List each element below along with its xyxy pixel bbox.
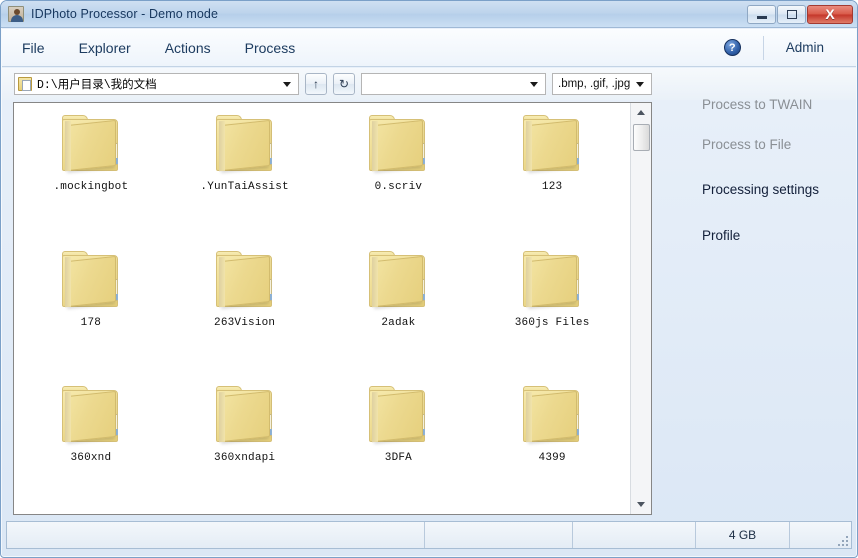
folder-icon xyxy=(519,384,585,446)
status-cell-5 xyxy=(790,522,851,548)
status-bar: 4 GB xyxy=(6,521,852,549)
folder-icon xyxy=(212,249,278,311)
menu-bar-right: ? Admin xyxy=(723,29,856,66)
folder-icon xyxy=(58,249,124,311)
list-item[interactable]: 4399 xyxy=(475,378,629,514)
list-item-label: 178 xyxy=(80,316,102,329)
path-value: D:\用户目录\我的文档 xyxy=(37,79,157,92)
folder-document-icon xyxy=(18,77,32,91)
list-item-label: 123 xyxy=(541,181,563,193)
processing-settings-link[interactable]: Processing settings xyxy=(661,182,819,197)
list-item-label: .mockingbot xyxy=(53,181,129,193)
list-item-label: 360xndapi xyxy=(214,452,276,465)
actions-side-panel: Process to TWAIN Process to File Process… xyxy=(661,97,851,515)
vertical-scrollbar[interactable] xyxy=(630,103,651,514)
folder-icon xyxy=(212,384,278,446)
list-item[interactable]: 3DFA xyxy=(322,378,476,514)
title-bar: IDPhoto Processor - Demo mode X xyxy=(1,1,857,28)
list-item-label: 360js Files xyxy=(514,316,590,329)
process-to-twain-link[interactable]: Process to TWAIN xyxy=(661,97,812,112)
scroll-up-button[interactable] xyxy=(631,103,651,122)
admin-label[interactable]: Admin xyxy=(786,40,824,55)
minimize-button[interactable] xyxy=(747,4,776,24)
scroll-down-button[interactable] xyxy=(631,495,651,514)
list-item[interactable]: 360xnd xyxy=(14,378,168,514)
menu-process[interactable]: Process xyxy=(231,36,310,60)
menu-bar: File Explorer Actions Process ? Admin xyxy=(2,29,856,67)
close-button[interactable]: X xyxy=(807,4,853,24)
status-cell-1 xyxy=(7,522,425,548)
list-item[interactable]: 123 xyxy=(475,107,629,243)
list-item[interactable]: 360js Files xyxy=(475,243,629,379)
application-window: IDPhoto Processor - Demo mode X File Exp… xyxy=(0,0,858,558)
list-item[interactable]: 263Vision xyxy=(168,243,322,379)
menu-file[interactable]: File xyxy=(8,36,59,60)
list-item-label: 263Vision xyxy=(214,316,276,329)
process-to-file-link[interactable]: Process to File xyxy=(661,137,791,152)
maximize-icon xyxy=(786,9,797,19)
chevron-up-icon xyxy=(637,110,645,115)
path-combobox[interactable]: D:\用户目录\我的文档 xyxy=(14,73,299,95)
portrait-photo-icon xyxy=(8,6,24,22)
file-list-panel: .mockingbot .YunTaiAssist 0.scriv 123 17… xyxy=(13,102,652,515)
window-controls: X xyxy=(747,4,853,24)
status-cell-2 xyxy=(425,522,573,548)
secondary-combobox[interactable] xyxy=(361,73,546,95)
status-cell-3 xyxy=(573,522,696,548)
chevron-down-icon xyxy=(637,502,645,507)
folder-icon xyxy=(365,249,431,311)
list-item-label: 360xnd xyxy=(70,452,112,465)
chevron-down-icon xyxy=(283,82,291,87)
chevron-down-icon xyxy=(530,82,538,87)
scrollbar-thumb[interactable] xyxy=(633,124,650,151)
list-item[interactable]: 0.scriv xyxy=(322,107,476,243)
list-item-label: .YunTaiAssist xyxy=(200,181,289,193)
file-filter-combobox[interactable]: .bmp, .gif, .jpg xyxy=(552,73,652,95)
refresh-button[interactable]: ↻ xyxy=(333,73,355,95)
list-item[interactable]: 178 xyxy=(14,243,168,379)
chevron-down-icon xyxy=(636,82,644,87)
folder-icon xyxy=(212,113,278,175)
help-icon[interactable]: ? xyxy=(723,39,741,56)
folder-icon xyxy=(519,249,585,311)
list-item-label: 3DFA xyxy=(384,452,412,465)
menu-explorer[interactable]: Explorer xyxy=(65,36,145,60)
window-title: IDPhoto Processor - Demo mode xyxy=(31,7,219,21)
up-directory-button[interactable]: ↑ xyxy=(305,73,327,95)
folder-icon xyxy=(365,113,431,175)
profile-link[interactable]: Profile xyxy=(661,228,740,243)
menu-divider xyxy=(762,35,764,60)
maximize-button[interactable] xyxy=(777,4,806,24)
folder-icon xyxy=(58,113,124,175)
list-item[interactable]: .mockingbot xyxy=(14,107,168,243)
folder-icon xyxy=(519,113,585,175)
resize-grip[interactable] xyxy=(836,534,848,546)
menu-actions[interactable]: Actions xyxy=(151,36,225,60)
close-icon: X xyxy=(825,6,835,22)
list-item[interactable]: 2adak xyxy=(322,243,476,379)
list-item-label: 2adak xyxy=(381,316,416,329)
list-item-label: 4399 xyxy=(538,452,566,465)
list-item[interactable]: .YunTaiAssist xyxy=(168,107,322,243)
list-item[interactable]: 360xndapi xyxy=(168,378,322,514)
file-grid: .mockingbot .YunTaiAssist 0.scriv 123 17… xyxy=(14,103,629,514)
list-item-label: 0.scriv xyxy=(374,181,423,193)
status-memory: 4 GB xyxy=(696,522,790,548)
minimize-icon xyxy=(756,16,767,19)
folder-icon xyxy=(365,384,431,446)
folder-icon xyxy=(58,384,124,446)
file-filter-value: .bmp, .gif, .jpg xyxy=(558,78,631,90)
toolbar: D:\用户目录\我的文档 ↑ ↻ .bmp, .gif, .jpg xyxy=(2,68,856,100)
